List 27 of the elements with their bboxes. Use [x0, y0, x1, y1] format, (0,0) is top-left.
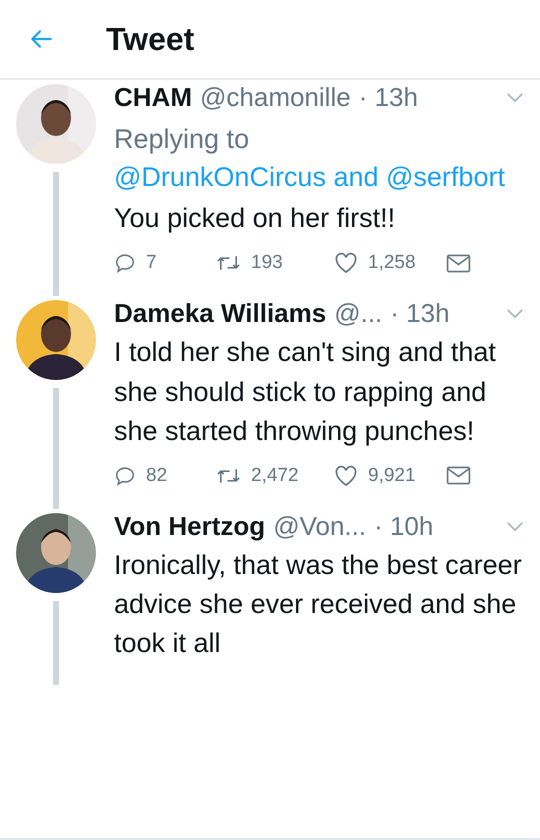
author-name[interactable]: Dameka Williams — [114, 298, 326, 330]
tweet-time: · 13h — [358, 82, 418, 113]
mail-icon[interactable] — [446, 466, 471, 486]
retweet-count: 2,472 — [251, 464, 299, 487]
tweet-text: You picked on her first!! — [114, 202, 396, 236]
heart-icon[interactable] — [334, 252, 358, 274]
retweet-count: 193 — [251, 252, 283, 274]
tweet-text: Ironically, that was the best career advice she ever received and she took it all — [114, 548, 523, 660]
replying-to-label: Replying to — [114, 123, 250, 156]
reply-icon[interactable] — [114, 464, 136, 487]
reply-count: 82 — [146, 464, 168, 487]
heart-icon[interactable] — [334, 464, 358, 487]
author-name[interactable]: Von Hertzog — [114, 510, 266, 542]
like-count: 1,258 — [368, 252, 416, 274]
author-name[interactable]: CHAM — [114, 82, 192, 113]
like-count: 9,921 — [368, 464, 416, 487]
reply-count: 7 — [146, 252, 157, 274]
mention-link[interactable]: @DrunkOnCircus and @serfbort — [114, 158, 524, 196]
author-handle[interactable]: @Von... — [273, 510, 366, 542]
tweet-time: · 13h — [390, 298, 450, 330]
mail-icon[interactable] — [446, 254, 471, 273]
reply-icon[interactable] — [114, 252, 136, 274]
author-handle[interactable]: @... — [334, 298, 382, 330]
tweet-text: I told her she can't sing and that she should stick to rapping and she started throwing punches! — [114, 336, 497, 448]
author-handle[interactable]: @chamonille — [200, 82, 351, 113]
page-title: Tweet — [106, 20, 194, 58]
tweet-time: · 10h — [374, 510, 434, 542]
